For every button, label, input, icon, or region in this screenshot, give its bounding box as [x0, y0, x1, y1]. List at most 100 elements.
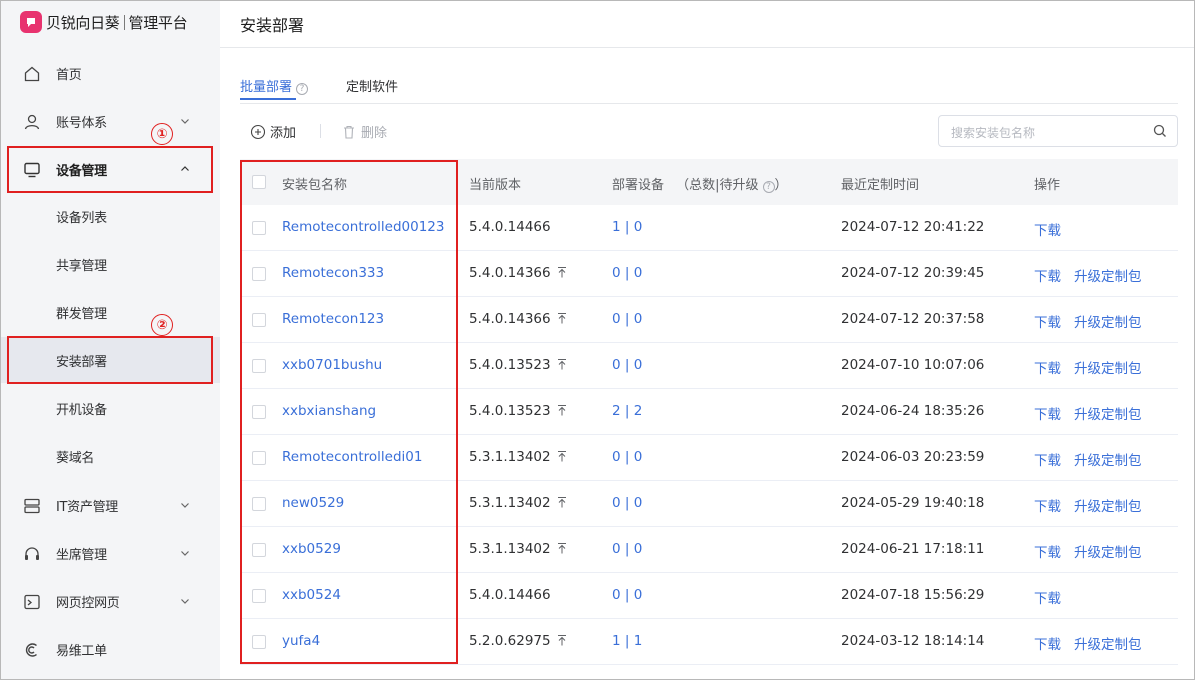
device-count-link[interactable]: 1 | 1: [612, 633, 642, 649]
delete-button-label: 删除: [361, 126, 388, 141]
device-count-link[interactable]: 0 | 0: [612, 587, 642, 603]
row-checkbox[interactable]: [252, 451, 266, 465]
device-count-link[interactable]: 2 | 2: [612, 403, 642, 419]
column-header-devices-label: 部署设备: [612, 178, 665, 193]
row-checkbox[interactable]: [252, 267, 266, 281]
upgrade-package-link[interactable]: 升级定制包: [1074, 495, 1142, 515]
logo[interactable]: 贝锐向日葵 管理平台: [20, 10, 188, 34]
row-checkbox[interactable]: [252, 221, 266, 235]
page-header: 安装部署: [220, 0, 1195, 48]
upgrade-arrow-icon: [557, 359, 566, 370]
chevron-down-icon: [181, 119, 189, 124]
monitor-icon: [24, 162, 40, 178]
custom-time-cell: 2024-07-12 20:37:58: [841, 311, 985, 327]
search-placeholder: 搜索安装包名称: [951, 126, 1036, 140]
sidebar-subitem-device-list[interactable]: 设备列表: [0, 193, 220, 239]
download-link[interactable]: 下载: [1034, 495, 1061, 515]
sidebar-item-home[interactable]: 首页: [0, 50, 220, 96]
tab-custom-software[interactable]: 定制软件: [346, 76, 398, 95]
sidebar-item-accounts[interactable]: 账号体系: [0, 98, 220, 144]
upgrade-arrow-icon: [557, 313, 566, 324]
device-count-link[interactable]: 0 | 0: [612, 495, 642, 511]
package-name-link[interactable]: Remotecon123: [282, 311, 384, 327]
package-name-link[interactable]: xxbxianshang: [282, 403, 376, 419]
sidebar-subitem-boot-devices[interactable]: 开机设备: [0, 385, 220, 431]
delete-button[interactable]: 删除: [341, 122, 387, 141]
sidebar-item-it-assets[interactable]: IT资产管理: [0, 482, 220, 528]
download-link[interactable]: 下载: [1034, 449, 1061, 469]
sidebar-item-tickets[interactable]: 易维工单: [0, 626, 220, 672]
custom-time-cell: 2024-05-29 19:40:18: [841, 495, 985, 511]
device-count-link[interactable]: 0 | 0: [612, 311, 642, 327]
package-name-link[interactable]: new0529: [282, 495, 344, 511]
row-checkbox[interactable]: [252, 405, 266, 419]
search-icon[interactable]: [1153, 124, 1167, 138]
upgrade-arrow-icon: [557, 267, 566, 278]
sidebar-subitem-install-deploy[interactable]: 安装部署: [0, 337, 220, 383]
row-checkbox[interactable]: [252, 359, 266, 373]
sidebar-subitem-domain[interactable]: 葵域名: [0, 433, 220, 479]
device-count-link[interactable]: 0 | 0: [612, 541, 642, 557]
sidebar-item-seats[interactable]: 坐席管理: [0, 530, 220, 576]
custom-time-cell: 2024-07-12 20:41:22: [841, 219, 985, 235]
version-text: 5.4.0.13523: [469, 403, 551, 419]
download-link[interactable]: 下载: [1034, 633, 1061, 653]
device-count-link[interactable]: 0 | 0: [612, 357, 642, 373]
sidebar-subitem-broadcast[interactable]: 群发管理: [0, 289, 220, 335]
package-name-link[interactable]: yufa4: [282, 633, 320, 649]
sidebar-subitem-label: 群发管理: [56, 306, 107, 322]
device-count-link[interactable]: 0 | 0: [612, 449, 642, 465]
help-icon[interactable]: ?: [762, 181, 775, 193]
search-input[interactable]: 搜索安装包名称: [938, 115, 1178, 147]
download-link[interactable]: 下载: [1034, 587, 1061, 607]
upgrade-package-link[interactable]: 升级定制包: [1074, 633, 1142, 653]
sidebar-subitem-share[interactable]: 共享管理: [0, 241, 220, 287]
package-name-link[interactable]: xxb0529: [282, 541, 341, 557]
sidebar-item-label: 网页控网页: [56, 595, 120, 611]
sunflower-logo-icon: [20, 11, 42, 33]
plus-circle-icon: [250, 124, 266, 139]
row-checkbox[interactable]: [252, 635, 266, 649]
version-cell: 5.3.1.13402: [469, 495, 567, 511]
upgrade-package-link[interactable]: 升级定制包: [1074, 265, 1142, 285]
device-count-link[interactable]: 0 | 0: [612, 265, 642, 281]
help-icon[interactable]: ?: [296, 83, 309, 95]
page-title: 安装部署: [240, 16, 305, 35]
sidebar-item-web-control[interactable]: 网页控网页: [0, 578, 220, 624]
table-row: Remotecontrolled00123 5.4.0.14466 1 | 0 202…: [240, 205, 1178, 251]
sidebar-subitem-label: 设备列表: [56, 210, 107, 226]
row-checkbox[interactable]: [252, 497, 266, 511]
package-name-link[interactable]: Remotecontrolled00123: [282, 219, 444, 235]
table-row: xxb0524 5.4.0.14466 0 | 0 2024-07-18 15:56:…: [240, 573, 1178, 619]
device-count-link[interactable]: 1 | 0: [612, 219, 642, 235]
column-header-action: 操作: [1034, 178, 1061, 193]
upgrade-package-link[interactable]: 升级定制包: [1074, 403, 1142, 423]
package-name-link[interactable]: xxb0524: [282, 587, 341, 603]
upgrade-package-link[interactable]: 升级定制包: [1074, 357, 1142, 377]
download-link[interactable]: 下载: [1034, 541, 1061, 561]
version-text: 5.3.1.13402: [469, 449, 551, 465]
download-link[interactable]: 下载: [1034, 219, 1061, 239]
download-link[interactable]: 下载: [1034, 357, 1061, 377]
package-name-link[interactable]: Remotecon333: [282, 265, 384, 281]
row-checkbox[interactable]: [252, 589, 266, 603]
upgrade-package-link[interactable]: 升级定制包: [1074, 311, 1142, 331]
package-name-link[interactable]: xxb0701bushu: [282, 357, 382, 373]
add-button[interactable]: 添加: [250, 122, 296, 141]
tab-bar: 批量部署? 定制软件: [240, 72, 1178, 104]
row-checkbox[interactable]: [252, 313, 266, 327]
upgrade-package-link[interactable]: 升级定制包: [1074, 541, 1142, 561]
select-all-checkbox[interactable]: [252, 175, 266, 189]
sidebar: 贝锐向日葵 管理平台 首页 账号体系 设备管理 设备列表 共享管理 群发管理 安…: [0, 0, 220, 680]
sidebar-item-label: IT资产管理: [56, 499, 118, 515]
version-cell: 5.4.0.14466: [469, 219, 551, 235]
package-name-link[interactable]: Remotecontrolledi01: [282, 449, 422, 465]
custom-time-cell: 2024-06-03 20:23:59: [841, 449, 985, 465]
download-link[interactable]: 下载: [1034, 265, 1061, 285]
row-checkbox[interactable]: [252, 543, 266, 557]
tab-batch-deploy[interactable]: 批量部署?: [240, 76, 309, 95]
download-link[interactable]: 下载: [1034, 311, 1061, 331]
sidebar-item-device-management[interactable]: 设备管理: [0, 146, 220, 192]
download-link[interactable]: 下载: [1034, 403, 1061, 423]
upgrade-package-link[interactable]: 升级定制包: [1074, 449, 1142, 469]
